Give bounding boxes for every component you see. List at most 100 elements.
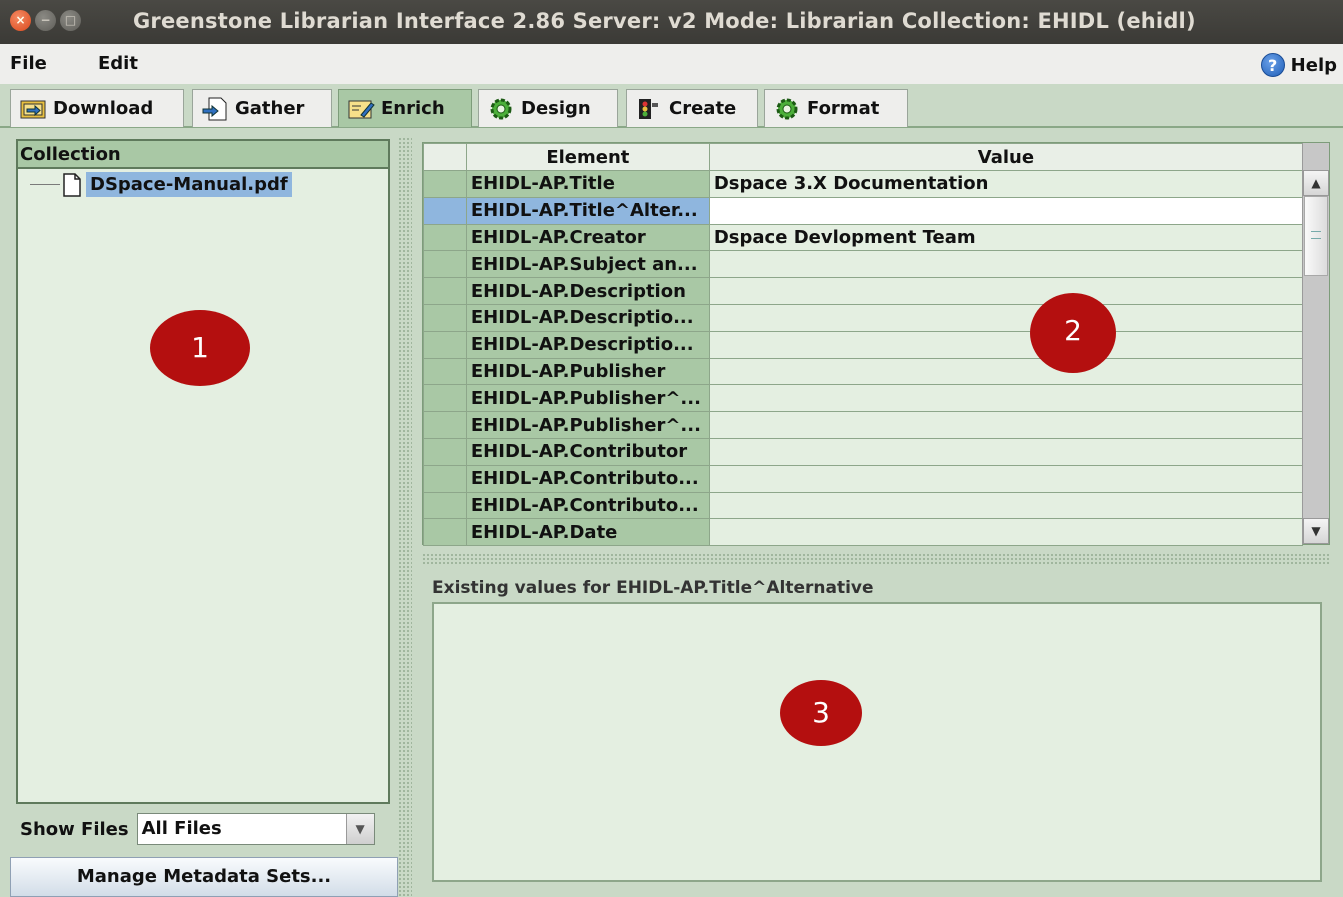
value-cell[interactable] (708, 277, 1304, 305)
element-cell[interactable]: EHIDL-AP.Title (465, 170, 710, 198)
close-icon[interactable]: × (10, 10, 31, 31)
table-row[interactable]: EHIDL-AP.Publisher (423, 357, 1304, 386)
collection-tree[interactable]: Collection DSpace-Manual.pdf (16, 139, 390, 804)
scroll-down-icon[interactable]: ▼ (1303, 518, 1329, 544)
help-button[interactable]: ? Help (1260, 53, 1337, 77)
value-cell[interactable] (708, 330, 1304, 359)
value-cell[interactable] (708, 303, 1304, 332)
format-gear-icon (776, 98, 798, 119)
tab-label: Enrich (381, 98, 445, 119)
table-row[interactable]: EHIDL-AP.Contributo... (423, 491, 1304, 520)
table-row[interactable]: EHIDL-AP.Title Dspace 3.X Documentation (423, 170, 1304, 198)
row-index-cell[interactable] (423, 196, 467, 225)
element-cell[interactable]: EHIDL-AP.Publisher (465, 357, 710, 386)
value-cell[interactable] (708, 437, 1304, 466)
value-cell[interactable] (708, 411, 1304, 439)
file-icon (63, 172, 81, 197)
annotation-marker-1: 1 (150, 310, 250, 386)
tab-create[interactable]: Create (626, 89, 758, 127)
row-index-cell[interactable] (423, 250, 467, 279)
table-row[interactable]: EHIDL-AP.Contributor (423, 437, 1304, 466)
annotation-marker-3: 3 (780, 680, 862, 746)
minimize-icon[interactable]: − (35, 10, 56, 31)
table-row[interactable]: EHIDL-AP.Subject an... (423, 250, 1304, 279)
element-cell[interactable]: EHIDL-AP.Subject an... (465, 250, 710, 279)
panel-splitter[interactable] (398, 137, 412, 897)
menu-edit[interactable]: Edit (98, 53, 138, 74)
row-index-cell[interactable] (423, 330, 467, 359)
annotation-marker-2: 2 (1030, 293, 1116, 373)
table-row[interactable]: EHIDL-AP.Creator Dspace Devlopment Team (423, 223, 1304, 252)
row-index-cell[interactable] (423, 518, 467, 547)
element-cell[interactable]: EHIDL-AP.Description (465, 277, 710, 305)
column-header-element[interactable]: Element (465, 143, 710, 171)
value-cell[interactable] (708, 196, 1304, 225)
row-index-cell[interactable] (423, 277, 467, 305)
horizontal-splitter[interactable] (422, 553, 1330, 565)
existing-values-label: Existing values for EHIDL-AP.Title^Alter… (432, 578, 874, 598)
tab-design[interactable]: Design (478, 89, 618, 127)
scroll-up-icon[interactable]: ▲ (1303, 170, 1329, 196)
table-row[interactable]: EHIDL-AP.Descriptio... (423, 330, 1304, 359)
chevron-down-icon[interactable]: ▼ (345, 814, 374, 844)
value-cell[interactable]: Dspace Devlopment Team (708, 223, 1304, 252)
collection-panel: Collection DSpace-Manual.pdf Show Files … (10, 137, 394, 850)
row-index-cell[interactable] (423, 411, 467, 439)
tab-format[interactable]: Format (764, 89, 908, 127)
table-row[interactable]: EHIDL-AP.Publisher^... (423, 384, 1304, 413)
element-cell[interactable]: EHIDL-AP.Publisher^... (465, 411, 710, 439)
table-row[interactable]: EHIDL-AP.Contributo... (423, 464, 1304, 493)
value-cell[interactable] (708, 491, 1304, 520)
row-index-cell[interactable] (423, 357, 467, 386)
row-index-cell[interactable] (423, 384, 467, 413)
table-row[interactable]: EHIDL-AP.Title^Alter... (423, 196, 1304, 225)
value-cell[interactable] (708, 518, 1304, 547)
scroll-thumb[interactable] (1304, 196, 1328, 276)
table-row[interactable]: EHIDL-AP.Description (423, 277, 1304, 305)
table-row[interactable]: EHIDL-AP.Publisher^... (423, 411, 1304, 439)
element-cell[interactable]: EHIDL-AP.Date (465, 518, 710, 547)
value-cell[interactable] (708, 250, 1304, 279)
row-index-cell[interactable] (423, 303, 467, 332)
menu-bar: File Edit ? Help (0, 44, 1343, 84)
value-cell[interactable] (708, 464, 1304, 493)
element-cell[interactable]: EHIDL-AP.Creator (465, 223, 710, 252)
element-cell[interactable]: EHIDL-AP.Publisher^... (465, 384, 710, 413)
help-label: Help (1290, 54, 1337, 76)
tab-strip: Download Gather Enrich Design Create For… (0, 84, 1343, 128)
manage-metadata-sets-button[interactable]: Manage Metadata Sets... (10, 857, 398, 897)
design-gear-icon (490, 98, 512, 119)
maximize-icon[interactable]: □ (60, 10, 81, 31)
row-index-cell[interactable] (423, 491, 467, 520)
column-header-value[interactable]: Value (708, 143, 1304, 171)
tree-file-item[interactable]: DSpace-Manual.pdf (62, 172, 292, 197)
menu-file[interactable]: File (10, 53, 47, 74)
tab-gather[interactable]: Gather (192, 89, 332, 127)
element-cell[interactable]: EHIDL-AP.Title^Alter... (465, 196, 710, 225)
table-row[interactable]: EHIDL-AP.Descriptio... (423, 303, 1304, 332)
row-index-cell[interactable] (423, 464, 467, 493)
tab-download[interactable]: Download (10, 89, 184, 127)
element-cell[interactable]: EHIDL-AP.Contributo... (465, 491, 710, 520)
window-title: Greenstone Librarian Interface 2.86 Serv… (133, 9, 1196, 33)
tab-label: Gather (235, 98, 305, 119)
row-index-cell[interactable] (423, 437, 467, 466)
existing-values-list[interactable] (432, 602, 1322, 882)
show-files-row: Show Files All Files ▼ (16, 809, 390, 849)
value-cell[interactable] (708, 384, 1304, 413)
row-index-cell[interactable] (423, 170, 467, 198)
element-cell[interactable]: EHIDL-AP.Descriptio... (465, 330, 710, 359)
file-name: DSpace-Manual.pdf (86, 172, 292, 197)
value-cell[interactable]: Dspace 3.X Documentation (708, 170, 1304, 198)
tab-enrich[interactable]: Enrich (338, 89, 472, 127)
gather-icon (202, 97, 227, 120)
value-cell[interactable] (708, 357, 1304, 386)
row-index-cell[interactable] (423, 223, 467, 252)
tab-label: Design (521, 98, 591, 119)
element-cell[interactable]: EHIDL-AP.Contributo... (465, 464, 710, 493)
table-row[interactable]: EHIDL-AP.Date (423, 518, 1304, 547)
element-cell[interactable]: EHIDL-AP.Descriptio... (465, 303, 710, 332)
table-scrollbar[interactable]: ▲ ▼ (1302, 143, 1329, 544)
element-cell[interactable]: EHIDL-AP.Contributor (465, 437, 710, 466)
show-files-select[interactable]: All Files ▼ (136, 813, 375, 845)
